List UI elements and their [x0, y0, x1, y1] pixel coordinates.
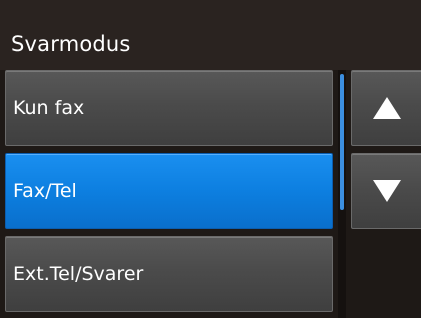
- scrollbar[interactable]: [338, 70, 346, 318]
- triangle-up-icon: [373, 97, 401, 119]
- page-title: Svarmodus: [11, 32, 131, 56]
- header-bar: Svarmodus: [0, 0, 421, 70]
- option-list: Kun fax Fax/Tel Ext.Tel/Svarer: [0, 70, 345, 318]
- list-item-label: Kun fax: [13, 97, 85, 119]
- scroll-down-button[interactable]: [351, 153, 421, 229]
- triangle-down-icon: [373, 180, 401, 202]
- side-panel-empty: [351, 234, 421, 318]
- list-item-kun-fax[interactable]: Kun fax: [5, 70, 333, 146]
- list-item-label: Fax/Tel: [13, 180, 77, 202]
- list-item-ext-tel-svarer[interactable]: Ext.Tel/Svarer: [5, 236, 333, 312]
- scroll-up-button[interactable]: [351, 70, 421, 146]
- list-item-fax-tel[interactable]: Fax/Tel: [5, 153, 333, 229]
- list-item-label: Ext.Tel/Svarer: [13, 263, 144, 285]
- scrollbar-thumb[interactable]: [340, 74, 344, 210]
- lcd-screen: Svarmodus Kun fax Fax/Tel Ext.Tel/Svarer: [0, 0, 421, 318]
